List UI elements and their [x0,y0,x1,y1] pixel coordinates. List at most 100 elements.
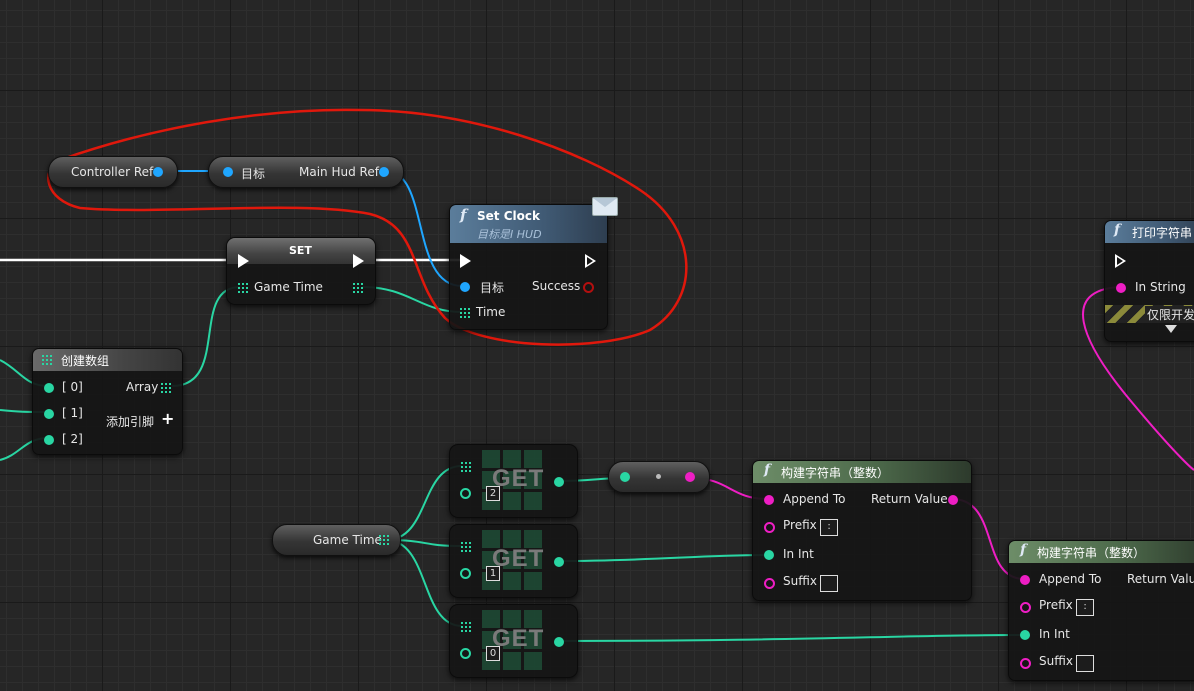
build-string-2-suffix-box[interactable] [1076,655,1094,672]
add-pin-plus-icon[interactable]: + [161,409,174,428]
set-clock-header: f Set Clock 目标是I HUD [450,205,607,243]
build-string-node-1[interactable]: f 构建字符串（整数） Append To Return Value Prefi… [752,460,972,601]
build-string-1-prefix-box[interactable]: : [820,519,838,536]
get-node-2[interactable]: GET 2 [449,444,578,518]
make-array-node[interactable]: 创建数组 [ 0] [ 1] [ 2] Array 添加引脚 + [32,348,183,455]
set-game-time-node[interactable]: SET Game Time [226,237,376,305]
build-string-1-append-pin[interactable] [764,495,774,505]
array-output-label: Array [126,380,159,394]
build-string-1-suffix-label: Suffix [783,574,817,588]
build-string-2-return-label: Return Value [1127,572,1194,586]
get-node-2-index-box[interactable]: 2 [486,486,500,501]
array-pin-1-label: [ 1] [62,406,83,420]
controller-ref-node[interactable]: Controller Ref [48,156,178,188]
int-wire-get1-inint [557,554,769,562]
add-pin-label[interactable]: 添加引脚 [106,413,154,430]
set-clock-time-pin[interactable] [460,308,470,318]
build-string-1-title: 构建字符串（整数） [781,466,890,480]
set-exec-in-pin[interactable] [238,254,249,268]
function-icon: f [1020,542,1027,558]
expand-arrow-icon[interactable] [1165,325,1177,333]
set-game-time-label: Game Time [254,280,323,294]
build-string-1-return-pin[interactable] [948,495,958,505]
build-string-1-prefix-pin[interactable] [764,522,775,533]
game-time-output-pin[interactable] [379,535,389,545]
message-envelope-icon [592,197,618,216]
main-hud-target-pin[interactable] [223,167,233,177]
set-clock-subtitle: 目标是I HUD [477,228,542,241]
set-game-time-out-pin[interactable] [353,283,363,293]
function-icon: f [764,462,771,478]
set-exec-out-pin[interactable] [353,254,364,268]
build-string-2-suffix-label: Suffix [1039,654,1073,668]
print-string-header: f 打印字符串 [1105,221,1194,243]
set-game-time-in-pin[interactable] [238,283,248,293]
function-icon: f [460,206,467,224]
conversion-output-pin[interactable] [685,472,695,482]
get-node-1[interactable]: GET 1 [449,524,578,598]
main-hud-ref-output-pin[interactable] [379,167,389,177]
get-node-1-array-pin[interactable] [461,542,471,552]
build-string-2-inint-label: In Int [1039,627,1070,641]
int-wire-gametime-time [361,286,463,313]
build-string-1-header: f 构建字符串（整数） [753,461,971,483]
array-pin-2-label: [ 2] [62,432,83,446]
get-node-0-index-box[interactable]: 0 [486,646,500,661]
build-string-2-append-pin[interactable] [1020,575,1030,585]
set-node-title: SET [289,244,312,257]
main-hud-ref-label: Main Hud Ref [299,165,379,179]
get-node-2-output-pin[interactable] [554,477,564,487]
array-pin-0-label: [ 0] [62,380,83,394]
print-string-node[interactable]: f 打印字符串 In String 仅限开发 [1104,220,1194,342]
build-string-2-suffix-pin[interactable] [1020,658,1031,669]
print-string-in-string-pin[interactable] [1116,283,1126,293]
set-clock-time-label: Time [476,305,506,319]
build-string-node-2[interactable]: f 构建字符串（整数） Append To Return Value Prefi… [1008,540,1194,681]
build-string-2-append-label: Append To [1039,572,1102,586]
print-string-exec-in-pin[interactable] [1115,254,1126,268]
main-hud-ref-node[interactable]: 目标 Main Hud Ref [208,156,404,188]
build-string-2-prefix-label: Prefix [1039,598,1073,612]
get-node-0[interactable]: GET 0 [449,604,578,678]
build-string-1-return-label: Return Value [871,492,948,506]
build-string-2-inint-pin[interactable] [1020,630,1030,640]
main-hud-target-label: 目标 [241,167,266,181]
build-string-1-append-label: Append To [783,492,846,506]
array-pin-2[interactable] [44,435,54,445]
set-clock-target-pin[interactable] [460,282,470,292]
conversion-dot-icon [656,474,661,479]
array-icon [42,355,52,365]
set-clock-success-pin[interactable] [583,282,594,293]
build-string-2-prefix-pin[interactable] [1020,602,1031,613]
build-string-2-title: 构建字符串（整数） [1037,546,1146,560]
build-string-1-suffix-pin[interactable] [764,578,775,589]
get-node-0-output-pin[interactable] [554,637,564,647]
get-node-1-output-pin[interactable] [554,557,564,567]
array-pin-1[interactable] [44,409,54,419]
get-node-0-array-pin[interactable] [461,622,471,632]
make-array-header: 创建数组 [33,349,182,371]
conversion-input-pin[interactable] [620,472,630,482]
print-string-title: 打印字符串 [1132,226,1193,240]
get-node-1-index-pin[interactable] [460,568,471,579]
array-output-pin[interactable] [161,383,171,393]
print-string-dev-only-label: 仅限开发 [1145,306,1194,323]
array-pin-0[interactable] [44,383,54,393]
get-node-0-index-pin[interactable] [460,648,471,659]
set-clock-exec-in-pin[interactable] [460,254,471,268]
get-node-2-array-pin[interactable] [461,462,471,472]
controller-ref-label: Controller Ref [71,165,154,179]
build-string-2-prefix-box[interactable]: : [1076,599,1094,616]
set-clock-success-label: Success [532,279,581,293]
set-clock-exec-out-pin[interactable] [585,254,596,268]
build-string-1-inint-pin[interactable] [764,550,774,560]
game-time-variable-node[interactable]: Game Time [272,524,401,556]
build-string-1-inint-label: In Int [783,547,814,561]
get-node-1-index-box[interactable]: 1 [486,566,500,581]
controller-ref-output-pin[interactable] [153,167,163,177]
int-to-string-conversion-node[interactable] [608,461,710,493]
get-node-2-index-pin[interactable] [460,488,471,499]
build-string-1-suffix-box[interactable] [820,575,838,592]
set-clock-target-label: 目标 [480,281,505,295]
set-clock-node[interactable]: f Set Clock 目标是I HUD 目标 Success Time [449,197,618,330]
